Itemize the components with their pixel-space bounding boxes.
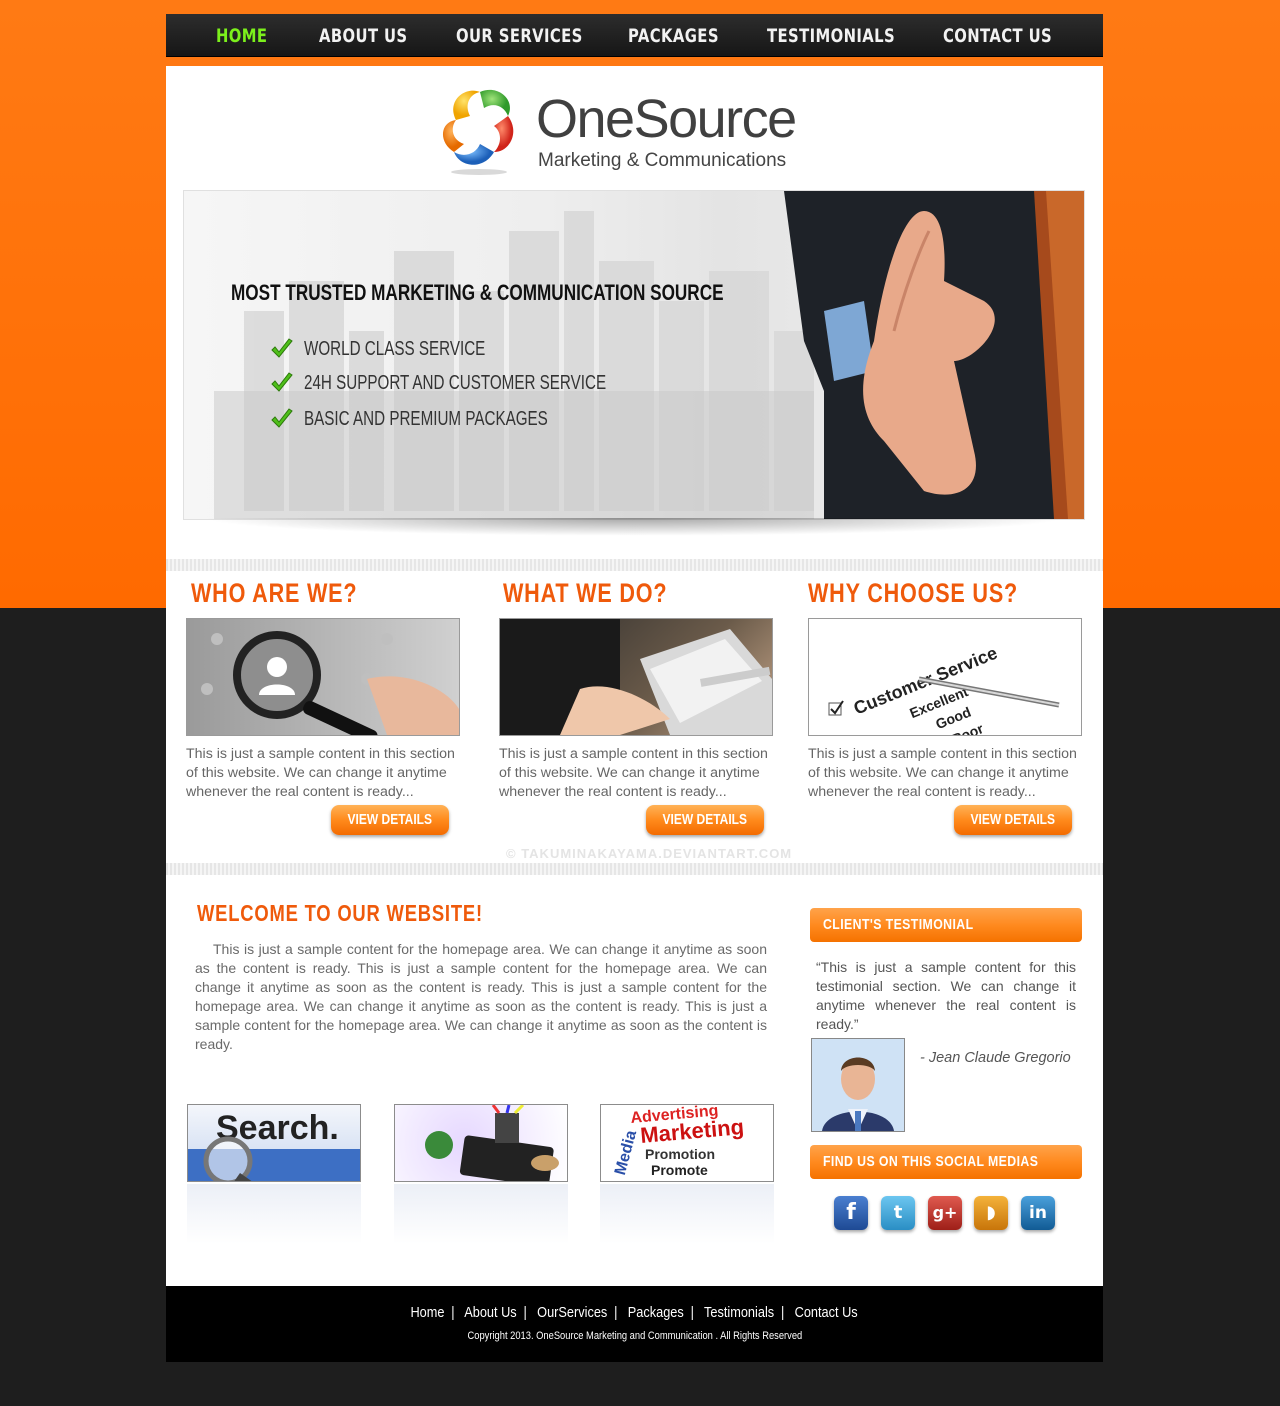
watermark: © TAKUMINAKAYAMA.DEVIANTART.COM	[506, 846, 793, 861]
google-plus-icon[interactable]: g+	[928, 1196, 962, 1230]
divider-band	[166, 863, 1103, 875]
linkedin-icon[interactable]: in	[1021, 1196, 1055, 1230]
button-label: VIEW DETAILS	[970, 811, 1056, 828]
search-magnifier-icon: Search.	[188, 1109, 360, 1181]
marketing-word-cloud-icon: Advertising Marketing Promotion Promote …	[612, 1105, 745, 1178]
thumbnail-search[interactable]: Search.	[187, 1104, 361, 1182]
what-we-do-text: This is just a sample content in this se…	[499, 746, 768, 800]
thumbnail-reflection	[600, 1184, 774, 1244]
why-choose-us-view-details-button[interactable]: VIEW DETAILS	[954, 805, 1072, 835]
client-photo	[811, 1038, 905, 1132]
checkmark-icon	[271, 408, 293, 428]
button-label: VIEW DETAILS	[662, 811, 748, 828]
nav-contact-us[interactable]: CONTACT US	[943, 14, 1052, 56]
word-promote: Promote	[651, 1162, 708, 1178]
thumbnail-design-tools[interactable]	[394, 1104, 568, 1182]
hero-headline: MOST TRUSTED MARKETING & COMMUNICATION S…	[231, 280, 724, 305]
footer: Home | About Us | OurServices | Packages | T…	[166, 1286, 1103, 1362]
tablet-design-tools-icon	[425, 1105, 559, 1181]
thumbnail-reflection	[187, 1184, 361, 1244]
who-are-we-title: WHO ARE WE?	[191, 578, 358, 608]
testimonial-text: “This is just a sample content for this …	[816, 959, 1076, 1032]
facebook-icon[interactable]: f	[834, 1196, 868, 1230]
main-navigation: HOME ABOUT US OUR SERVICES PACKAGES TEST…	[166, 14, 1103, 57]
footer-link-our-services[interactable]: OurServices	[538, 1304, 608, 1321]
footer-link-testimonials[interactable]: Testimonials	[704, 1304, 774, 1321]
word-promotion: Promotion	[645, 1146, 715, 1162]
nav-our-services[interactable]: OUR SERVICES	[456, 14, 583, 56]
twitter-icon[interactable]: t	[881, 1196, 915, 1230]
footer-link-contact-us[interactable]: Contact Us	[795, 1304, 858, 1321]
hero-feature-label: BASIC AND PREMIUM PACKAGES	[304, 408, 548, 430]
checkmark-icon	[271, 372, 293, 392]
welcome-text: This is just a sample content for the ho…	[195, 941, 767, 1052]
nav-packages[interactable]: PACKAGES	[628, 14, 719, 56]
footer-link-packages[interactable]: Packages	[628, 1304, 684, 1321]
what-we-do-title: WHAT WE DO?	[503, 578, 668, 608]
social-media-title: FIND US ON THIS SOCIAL MEDIAS	[823, 1153, 1039, 1170]
nav-testimonials[interactable]: TESTIMONIALS	[767, 14, 895, 56]
rss-icon[interactable]: ◗	[974, 1196, 1008, 1230]
logo-swirl-icon	[442, 89, 514, 175]
social-media-header: FIND US ON THIS SOCIAL MEDIAS	[810, 1145, 1082, 1179]
logo[interactable]: OneSource Marketing & Communications	[436, 80, 836, 180]
what-we-do-view-details-button[interactable]: VIEW DETAILS	[646, 805, 764, 835]
button-label: VIEW DETAILS	[347, 811, 433, 828]
why-choose-us-text: This is just a sample content in this se…	[808, 746, 1077, 800]
nav-about-us[interactable]: ABOUT US	[319, 14, 408, 56]
customer-service-survey-icon: Customer Service Excellent Good Poor	[828, 643, 1060, 735]
why-choose-us-title: WHY CHOOSE US?	[808, 578, 1019, 608]
hero-feature-label: 24H SUPPORT AND CUSTOMER SERVICE	[304, 372, 607, 394]
client-name: - Jean Claude Gregorio	[920, 1050, 1071, 1066]
thumbnail-marketing-words[interactable]: Advertising Marketing Promotion Promote …	[600, 1104, 774, 1182]
hero-banner: MOST TRUSTED MARKETING & COMMUNICATION S…	[183, 190, 1085, 520]
footer-link-home[interactable]: Home	[411, 1304, 445, 1321]
word-media: Media	[612, 1129, 640, 1177]
main-content: OneSource Marketing & Communications MOS…	[166, 66, 1103, 1286]
hero-feature-label: WORLD CLASS SERVICE	[304, 338, 486, 360]
who-are-we-image	[186, 618, 460, 736]
logo-name: OneSource	[536, 89, 797, 149]
thumbnail-reflection	[394, 1184, 568, 1244]
client-avatar-icon	[812, 1039, 904, 1131]
nav-home[interactable]: HOME	[216, 14, 267, 56]
magnifier-people-icon	[201, 631, 459, 735]
divider-band	[166, 559, 1103, 571]
hero-shadow	[201, 518, 1067, 536]
copyright: Copyright 2013. OneSource Marketing and …	[166, 1330, 1103, 1342]
why-choose-us-image: Customer Service Excellent Good Poor	[808, 618, 1082, 736]
checkmark-icon	[271, 338, 293, 358]
copyright-text: Copyright 2013. OneSource Marketing and …	[467, 1330, 802, 1342]
who-are-we-view-details-button[interactable]: VIEW DETAILS	[331, 805, 449, 835]
welcome-title: WELCOME TO OUR WEBSITE!	[197, 900, 483, 926]
who-are-we-text: This is just a sample content in this se…	[186, 746, 455, 800]
footer-link-about-us[interactable]: About Us	[465, 1304, 517, 1321]
footer-links: Home | About Us | OurServices | Packages | T…	[410, 1304, 859, 1321]
laptop-typing-icon	[500, 619, 772, 735]
logo-tagline: Marketing & Communications	[538, 150, 787, 171]
client-testimonial-title: CLIENT'S TESTIMONIAL	[823, 916, 974, 933]
client-testimonial-header: CLIENT'S TESTIMONIAL	[810, 908, 1082, 942]
what-we-do-image	[499, 618, 773, 736]
